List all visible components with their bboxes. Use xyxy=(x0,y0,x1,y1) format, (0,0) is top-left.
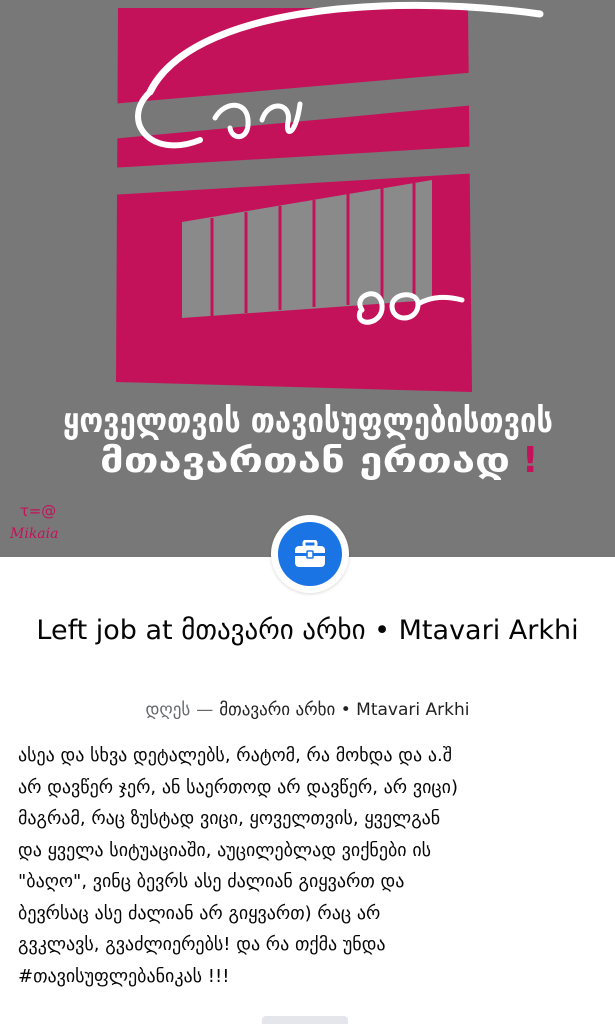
event-source[interactable]: მთავარი არხი • Mtavari Arkhi xyxy=(219,700,469,720)
post-text-line: მაგრამ, რაც ზუსტად ვიცი, ყოველთვის, ყველ… xyxy=(18,808,441,829)
briefcase-icon xyxy=(295,540,325,567)
post-text-line: გვკლავს, გვაძლიერებს! და რა თქმა უნდა xyxy=(18,934,386,955)
post-text: ასეა და სხვა დეტალებს, რატომ, რა მოხდა დ… xyxy=(18,740,604,992)
artist-signature: Mikaia xyxy=(9,526,58,542)
post-text-line: არ დავწერ ჯერ, ან საერთოდ არ დავწერ, არ … xyxy=(18,776,459,798)
cover-image[interactable]: ყოველთვის თავისუფლებისთვის მთავართან ერთ… xyxy=(0,0,615,557)
life-event-title: Left job at მთავარი არხი • Mtavari Arkhi xyxy=(36,615,579,646)
badge-circle xyxy=(278,522,342,586)
post-text-line: "ბაღო", ვინც ბევრს ასე ძალიან გიყვართ და xyxy=(18,871,405,892)
event-timestamp[interactable]: დღეს xyxy=(146,700,191,720)
poster-exclamation: ! xyxy=(522,440,538,481)
life-event-badge xyxy=(271,515,349,593)
poster-artwork: ყოველთვის თავისუფლებისთვის მთავართან ერთ… xyxy=(9,1,615,542)
artist-mark: ꚍ=@ xyxy=(20,502,56,520)
meta-separator: — xyxy=(196,700,214,720)
life-event-meta: დღეს — მთავარი არხი • Mtavari Arkhi xyxy=(0,697,615,723)
next-item-peek xyxy=(262,1016,348,1024)
post-text-line: #თავისუფლებანიკას !!! xyxy=(18,965,230,987)
poster-text-line-1: ყოველთვის თავისუფლებისთვის xyxy=(63,401,553,441)
post-text-line: ბევრსაც ასე ძალიან არ გიყვართ) რაც არ xyxy=(18,902,381,924)
life-event-post: ყოველთვის თავისუფლებისთვის მთავართან ერთ… xyxy=(0,0,615,1024)
post-text-line: და ყველა სიტუაციაში, აუცილებლად ვიქნები … xyxy=(18,839,432,861)
post-text-line: ასეა და სხვა დეტალებს, რატომ, რა მოხდა დ… xyxy=(18,745,453,766)
poster-text-line-2: მთავართან ერთად xyxy=(100,441,510,481)
